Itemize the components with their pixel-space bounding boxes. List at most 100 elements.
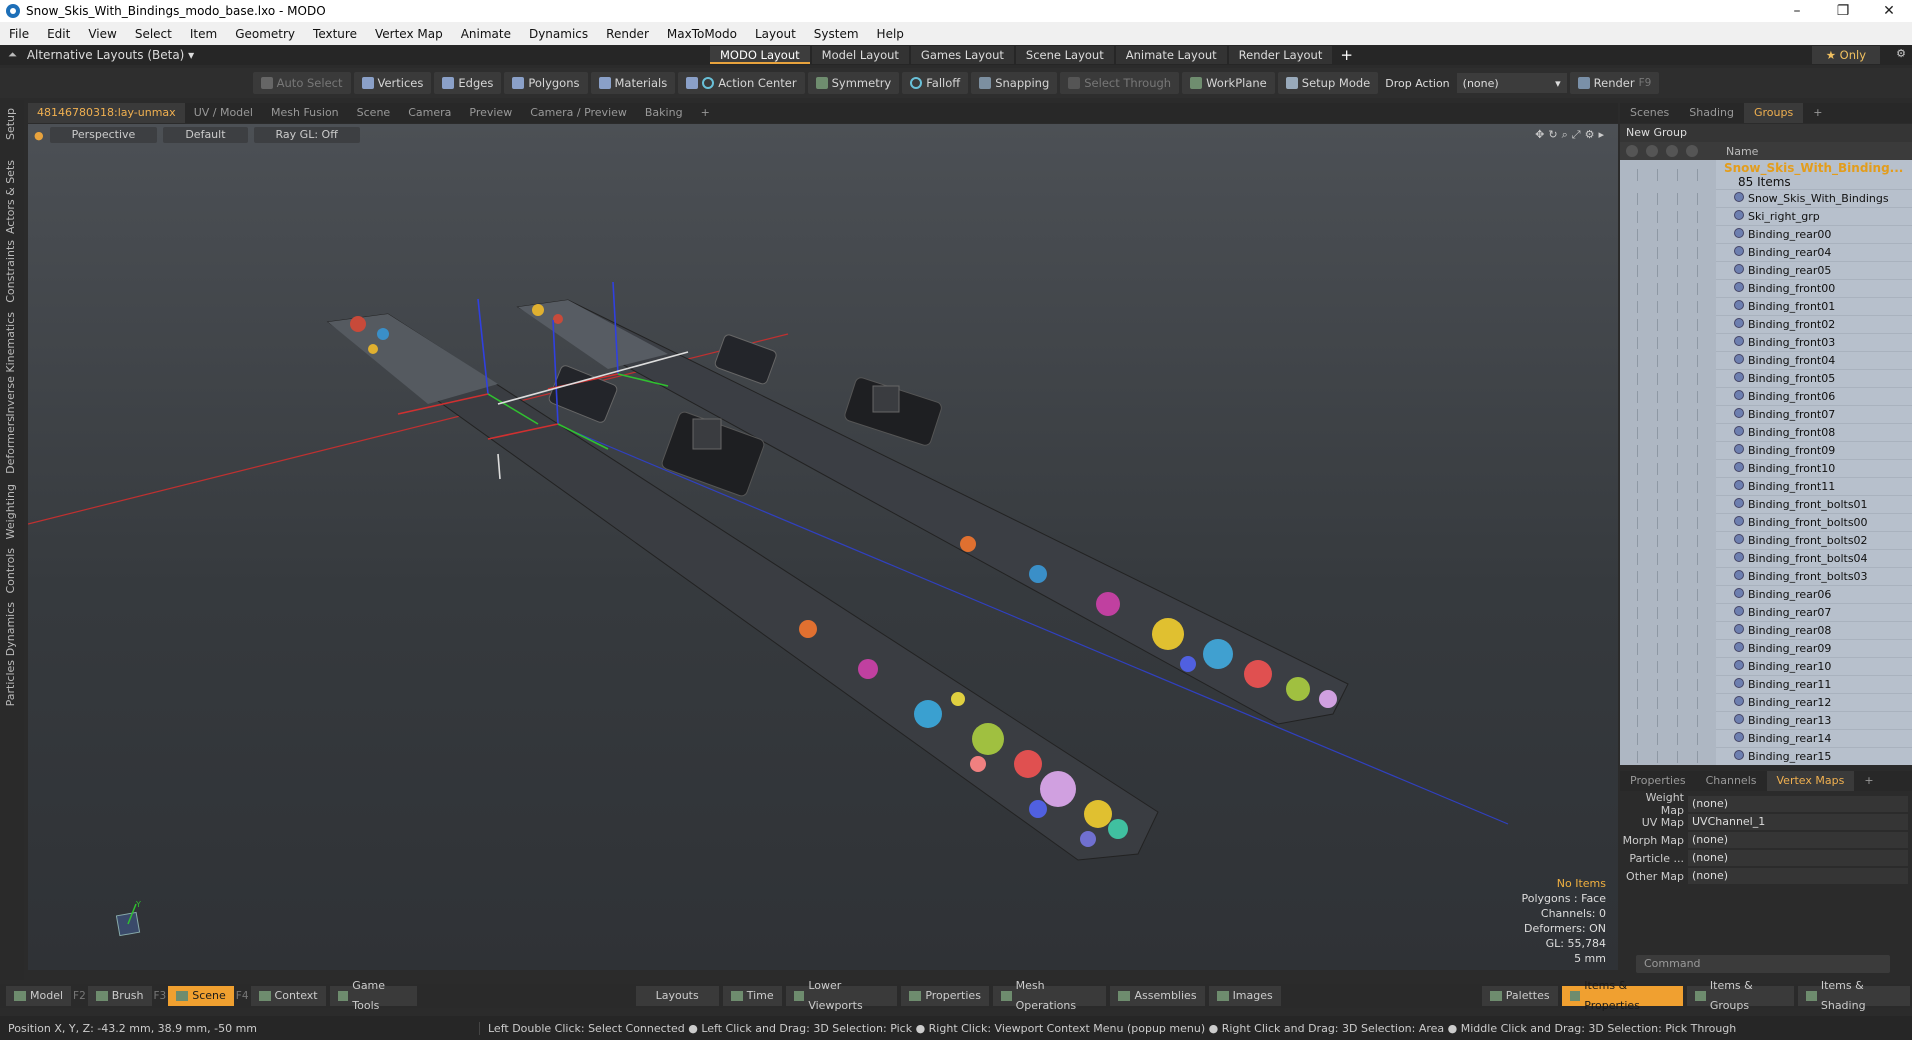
tab-modo-layout[interactable]: MODO Layout [710, 46, 810, 64]
menu-edit[interactable]: Edit [38, 27, 79, 41]
context-button[interactable]: Context [250, 986, 326, 1006]
symmetry-button[interactable]: Symmetry [807, 72, 900, 94]
tab-shading[interactable]: Shading [1679, 103, 1744, 123]
group-item-row[interactable]: Binding_front06 [1620, 387, 1912, 406]
drop-action-select[interactable]: (none) ▾ [1456, 73, 1567, 93]
materials-button[interactable]: Materials [590, 72, 676, 94]
tab-uv-model[interactable]: UV / Model [185, 103, 262, 123]
group-item-row[interactable]: Binding_rear14 [1620, 729, 1912, 748]
3d-viewport[interactable]: ● Perspective Default Ray GL: Off ✥↻⌕⤢⚙▸ [28, 124, 1618, 970]
add-viewport-tab-icon[interactable]: + [692, 103, 719, 123]
tab-groups[interactable]: Groups [1743, 103, 1804, 123]
group-item-row[interactable]: Binding_front_bolts00 [1620, 513, 1912, 532]
vtab-controls[interactable]: Controls [4, 548, 17, 594]
morph-map-select[interactable]: (none) [1688, 832, 1908, 848]
menu-select[interactable]: Select [126, 27, 181, 41]
tab-render-layout[interactable]: Render Layout [1228, 46, 1333, 64]
images-button[interactable]: Images [1208, 986, 1281, 1006]
render-button[interactable]: Render F9 [1569, 72, 1660, 94]
group-item-row[interactable]: Binding_front01 [1620, 297, 1912, 316]
vtab-constraints[interactable]: Constraints [4, 240, 17, 303]
group-item-row[interactable]: Binding_rear11 [1620, 675, 1912, 694]
lower-viewports-button[interactable]: Lower Viewports [785, 979, 898, 1012]
uv-map-select[interactable]: UVChannel_1 [1688, 814, 1908, 830]
tab-animate-layout[interactable]: Animate Layout [1115, 46, 1227, 64]
group-item-row[interactable]: Binding_front_bolts04 [1620, 549, 1912, 568]
group-item-row[interactable]: Binding_front_bolts02 [1620, 531, 1912, 550]
select-through-button[interactable]: Select Through [1060, 72, 1180, 94]
group-item-row[interactable]: Binding_rear00 [1620, 225, 1912, 244]
tab-properties[interactable]: Properties [1620, 771, 1696, 791]
vtab-deformers[interactable]: Deformers [4, 416, 17, 474]
tab-baking[interactable]: Baking [636, 103, 692, 123]
group-item-row[interactable]: Binding_front04 [1620, 351, 1912, 370]
vtab-weighting[interactable]: Weighting [4, 484, 17, 539]
model-button[interactable]: Model [6, 986, 72, 1006]
restore-button[interactable]: ❐ [1820, 3, 1866, 19]
menu-item[interactable]: Item [181, 27, 226, 41]
menu-view[interactable]: View [79, 27, 125, 41]
tab-mesh-fusion[interactable]: Mesh Fusion [262, 103, 348, 123]
lock-icon[interactable] [1646, 145, 1658, 157]
vtab-inverse-kinematics[interactable]: Inverse Kinematics [4, 312, 17, 417]
items-shading-button[interactable]: Items & Shading [1798, 979, 1910, 1012]
workplane-button[interactable]: WorkPlane [1182, 72, 1275, 94]
menu-layout[interactable]: Layout [746, 27, 805, 41]
tab-games-layout[interactable]: Games Layout [910, 46, 1014, 64]
group-item-row[interactable]: Binding_rear15 [1620, 747, 1912, 765]
vtab-actors-sets[interactable]: Actors & Sets [4, 160, 17, 234]
group-item-row[interactable]: Binding_rear12 [1620, 693, 1912, 712]
group-item-row[interactable]: Binding_front11 [1620, 477, 1912, 496]
vertices-button[interactable]: Vertices [353, 72, 432, 94]
vtab-particles[interactable]: Particles [4, 660, 17, 706]
tab-model-layout[interactable]: Model Layout [811, 46, 909, 64]
alternative-layouts-dropdown[interactable]: Alternative Layouts (Beta) ▾ [27, 48, 194, 62]
group-item-row[interactable]: Binding_front07 [1620, 405, 1912, 424]
command-input[interactable]: Command [1636, 955, 1890, 973]
minimize-button[interactable]: – [1774, 3, 1820, 19]
auto-select-button[interactable]: Auto Select [252, 72, 351, 94]
action-center-button[interactable]: Action Center [678, 72, 805, 94]
group-item-row[interactable]: Binding_front10 [1620, 459, 1912, 478]
tab-viewport-lay-unmax[interactable]: 48146780318:lay-unmax [28, 103, 185, 123]
group-item-row[interactable]: Ski_right_grp [1620, 207, 1912, 226]
name-column-header[interactable]: Name [1716, 145, 1758, 158]
group-item-row[interactable]: Binding_front_bolts01 [1620, 495, 1912, 514]
group-item-row[interactable]: Binding_rear09 [1620, 639, 1912, 658]
brush-button[interactable]: Brush [87, 986, 152, 1006]
edges-button[interactable]: Edges [434, 72, 502, 94]
tab-preview[interactable]: Preview [460, 103, 521, 123]
scene-button[interactable]: Scene [168, 986, 234, 1006]
properties-button[interactable]: Properties [901, 986, 989, 1006]
vtab-dynamics[interactable]: Dynamics [4, 602, 17, 656]
layout-collapse-icon[interactable]: ⏶ [8, 48, 17, 62]
group-item-row[interactable]: Binding_rear13 [1620, 711, 1912, 730]
menu-vertex-map[interactable]: Vertex Map [366, 27, 452, 41]
menu-maxtomodo[interactable]: MaxToModo [658, 27, 746, 41]
tab-camera[interactable]: Camera [399, 103, 460, 123]
groups-tree[interactable]: Snow_Skis_With_Binding... 85 Items Snow_… [1620, 160, 1912, 765]
add-layout-icon[interactable]: + [1340, 46, 1353, 64]
setup-mode-button[interactable]: Setup Mode [1277, 72, 1379, 94]
add-props-tab-icon[interactable]: + [1854, 771, 1883, 791]
menu-help[interactable]: Help [868, 27, 913, 41]
group-item-row[interactable]: Binding_front05 [1620, 369, 1912, 388]
items-groups-button[interactable]: Items & Groups [1687, 979, 1795, 1012]
group-item-row[interactable]: Binding_front00 [1620, 279, 1912, 298]
tab-scenes[interactable]: Scenes [1620, 103, 1679, 123]
add-panel-tab-icon[interactable]: + [1803, 103, 1832, 123]
only-toggle[interactable]: ★ Only [1811, 46, 1880, 64]
new-group-button[interactable]: New Group [1620, 124, 1912, 142]
tab-channels[interactable]: Channels [1696, 771, 1767, 791]
group-item-row[interactable]: Binding_rear04 [1620, 243, 1912, 262]
snapping-button[interactable]: Snapping [971, 72, 1058, 94]
menu-dynamics[interactable]: Dynamics [520, 27, 597, 41]
time-button[interactable]: Time [722, 986, 782, 1006]
mesh-operations-button[interactable]: Mesh Operations [992, 979, 1107, 1012]
menu-geometry[interactable]: Geometry [226, 27, 304, 41]
group-item-row[interactable]: Binding_front09 [1620, 441, 1912, 460]
falloff-button[interactable]: Falloff [902, 72, 969, 94]
group-item-row[interactable]: Binding_front08 [1620, 423, 1912, 442]
layouts-button[interactable]: Layouts [635, 986, 719, 1006]
menu-file[interactable]: File [0, 27, 38, 41]
